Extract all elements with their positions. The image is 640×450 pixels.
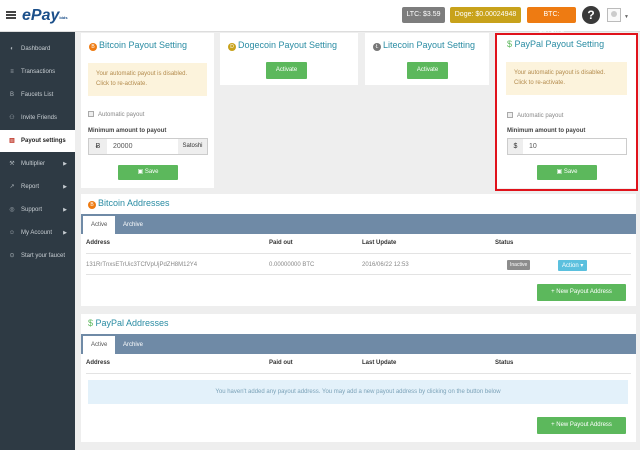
highlight-frame bbox=[495, 33, 638, 191]
sidebar-item-start-faucet[interactable]: ⊙ Start your faucet bbox=[0, 245, 75, 267]
empty-state-message: You haven't added any payout address. Yo… bbox=[88, 380, 628, 404]
chevron-right-icon: ▶ bbox=[63, 207, 67, 213]
activate-dogecoin-button[interactable]: Activate bbox=[266, 62, 307, 79]
divider bbox=[86, 373, 631, 374]
address-tabs: Active Archive bbox=[81, 334, 636, 354]
bitcoin-icon: B bbox=[88, 201, 96, 209]
chevron-down-icon[interactable]: ▼ bbox=[624, 14, 629, 20]
col-status: Status bbox=[495, 240, 514, 246]
card-title: Ł Litecoin Payout Setting bbox=[373, 40, 475, 51]
doge-price-badge: Doge: $0.00024948 bbox=[450, 7, 521, 23]
sidebar-item-transactions[interactable]: ≡ Transactions bbox=[0, 61, 75, 83]
card-title: D Dogecoin Payout Setting bbox=[228, 40, 337, 51]
new-payout-address-button[interactable]: + New Payout Address bbox=[537, 284, 626, 301]
address-cell: 131RrTnxsETrUic3TCfVpUjPdZH8M12Y4 bbox=[86, 262, 198, 268]
sidebar-item-payout-settings[interactable]: ▥ Payout settings bbox=[0, 130, 75, 152]
min-amount-field[interactable]: Ƀ 20000 Satoshi bbox=[88, 138, 208, 155]
bitcoin-currency-icon: Ƀ bbox=[89, 139, 107, 154]
faucet-icon: ⊙ bbox=[9, 253, 15, 259]
bitcoin-icon: B bbox=[89, 43, 97, 51]
tab-active[interactable]: Active bbox=[83, 216, 116, 234]
card-title: $ PayPal Addresses bbox=[88, 318, 169, 328]
bitcoin-addresses-panel: B Bitcoin Addresses Active Archive Addres… bbox=[81, 194, 636, 306]
sidebar-item-report[interactable]: ↗ Report ▶ bbox=[0, 176, 75, 198]
checkbox-icon[interactable] bbox=[88, 111, 94, 117]
col-address: Address bbox=[86, 360, 111, 366]
divider bbox=[86, 253, 631, 254]
automatic-payout-checkbox[interactable]: Automatic payout bbox=[88, 111, 144, 118]
lifebuoy-icon: ◎ bbox=[9, 207, 15, 213]
sidebar-item-support[interactable]: ◎ Support ▶ bbox=[0, 199, 75, 221]
tab-active[interactable]: Active bbox=[83, 336, 116, 354]
menu-icon[interactable] bbox=[6, 11, 16, 19]
card-title: B Bitcoin Addresses bbox=[88, 198, 170, 209]
payout-disabled-alert[interactable]: Your automatic payout is disabled. Click… bbox=[88, 63, 207, 96]
col-last-update: Last Update bbox=[362, 360, 397, 366]
litecoin-icon: Ł bbox=[373, 43, 381, 51]
sidebar-item-dashboard[interactable]: ◐ Dashboard bbox=[0, 38, 75, 60]
top-bar: ePaybids LTC: $3.59 Doge: $0.00024948 BT… bbox=[0, 0, 640, 34]
col-address: Address bbox=[86, 240, 111, 246]
trend-icon: ↗ bbox=[9, 184, 15, 190]
min-amount-label: Minimum amount to payout bbox=[88, 128, 167, 134]
paypal-addresses-panel: $ PayPal Addresses Active Archive Addres… bbox=[81, 314, 636, 442]
ltc-price-badge: LTC: $3.59 bbox=[402, 7, 445, 23]
sidebar-item-faucets-list[interactable]: B Faucets List bbox=[0, 84, 75, 106]
litecoin-payout-card: Ł Litecoin Payout Setting Activate bbox=[365, 33, 489, 85]
paid-cell: 0.00000000 BTC bbox=[269, 262, 315, 268]
action-dropdown-button[interactable]: Action ▾ bbox=[558, 260, 588, 271]
bank-icon: ▥ bbox=[9, 138, 15, 144]
min-amount-input[interactable]: 20000 bbox=[108, 139, 178, 154]
unit-label: Satoshi bbox=[178, 139, 207, 154]
col-status: Status bbox=[495, 360, 514, 366]
chevron-right-icon: ▶ bbox=[63, 161, 67, 167]
new-payout-address-button[interactable]: + New Payout Address bbox=[537, 417, 626, 434]
dogecoin-icon: D bbox=[228, 43, 236, 51]
logo[interactable]: ePaybids bbox=[22, 7, 68, 25]
card-title: B Bitcoin Payout Setting bbox=[89, 40, 187, 51]
hammer-icon: ⚒ bbox=[9, 161, 15, 167]
sidebar-item-invite-friends[interactable]: ⚇ Invite Friends bbox=[0, 107, 75, 129]
avatar[interactable] bbox=[607, 8, 621, 22]
address-tabs: Active Archive bbox=[81, 214, 636, 234]
col-paid-out: Paid out bbox=[269, 240, 293, 246]
dollar-icon: $ bbox=[88, 318, 96, 328]
bitcoin-icon: B bbox=[9, 92, 14, 98]
dashboard-icon: ◐ bbox=[10, 46, 14, 52]
sidebar: ◐ Dashboard ≡ Transactions B Faucets Lis… bbox=[0, 32, 75, 450]
col-paid-out: Paid out bbox=[269, 360, 293, 366]
sidebar-item-multiplier[interactable]: ⚒ Multiplier ▶ bbox=[0, 153, 75, 175]
btc-price-badge: BTC: $571.78 bbox=[527, 7, 576, 34]
tab-archive[interactable]: Archive bbox=[115, 336, 151, 354]
tab-archive[interactable]: Archive bbox=[115, 216, 151, 234]
divider bbox=[86, 274, 631, 275]
save-button[interactable]: ▣ Save bbox=[118, 165, 178, 180]
chevron-right-icon: ▶ bbox=[63, 184, 67, 190]
users-icon: ⚇ bbox=[9, 115, 15, 121]
user-icon: ☺ bbox=[8, 230, 16, 236]
bitcoin-payout-card: B Bitcoin Payout Setting Your automatic p… bbox=[81, 33, 214, 188]
activate-litecoin-button[interactable]: Activate bbox=[407, 62, 448, 79]
updated-cell: 2016/06/22 12:53 bbox=[362, 262, 409, 268]
help-icon[interactable]: ? bbox=[582, 6, 600, 24]
status-badge: Inactive bbox=[507, 260, 531, 270]
col-last-update: Last Update bbox=[362, 240, 397, 246]
chevron-right-icon: ▶ bbox=[63, 230, 67, 236]
dogecoin-payout-card: D Dogecoin Payout Setting Activate bbox=[220, 33, 358, 85]
sidebar-item-my-account[interactable]: ☺ My Account ▶ bbox=[0, 222, 75, 244]
chart-icon: ≡ bbox=[10, 69, 14, 75]
